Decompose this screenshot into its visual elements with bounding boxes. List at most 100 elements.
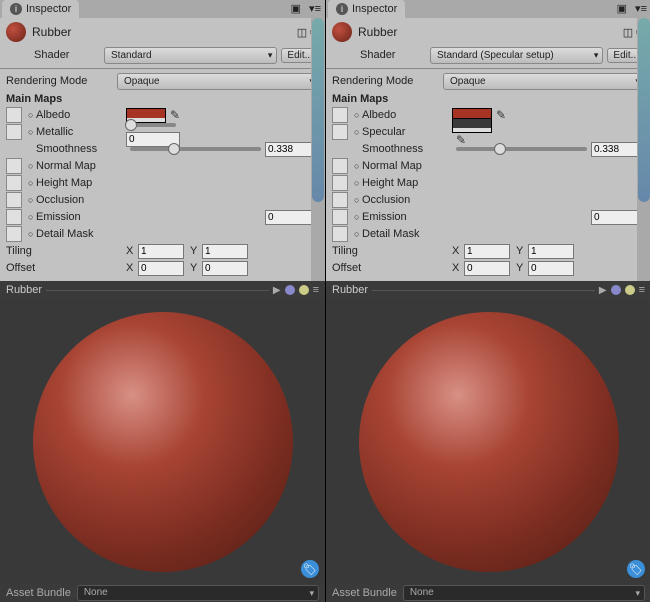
tab-inspector[interactable]: i Inspector — [2, 0, 79, 18]
second-label: Metallic — [36, 126, 126, 138]
slider-thumb[interactable] — [168, 143, 180, 155]
asset-bundle-label: Asset Bundle — [332, 587, 397, 599]
emission-label: Emission — [36, 211, 126, 223]
smoothness-label: Smoothness — [28, 143, 126, 155]
metallic-slider[interactable] — [130, 118, 176, 132]
emission-texture-slot[interactable] — [6, 209, 22, 225]
tab-inspector[interactable]: i Inspector — [328, 0, 405, 18]
expand-icon[interactable]: ○ — [354, 127, 362, 137]
asset-bundle-dropdown[interactable]: None — [403, 585, 645, 601]
albedo-texture-slot[interactable] — [6, 107, 22, 123]
offset-label: Offset — [6, 262, 126, 274]
light-toggle-icon[interactable] — [285, 285, 295, 295]
preview-header: Rubber ▶ ≡ — [326, 281, 650, 299]
expand-icon[interactable]: ○ — [354, 110, 362, 120]
smoothness-slider[interactable] — [456, 142, 587, 156]
occlusion-label: Occlusion — [362, 194, 452, 206]
material-preview-icon[interactable] — [332, 22, 352, 42]
offset-x[interactable] — [464, 261, 510, 276]
smoothness-slider[interactable] — [130, 142, 261, 156]
preview-sphere — [359, 312, 619, 572]
tiling-y[interactable] — [528, 244, 574, 259]
expand-icon[interactable]: ○ — [28, 127, 36, 137]
specular-color[interactable] — [452, 118, 492, 133]
offset-x[interactable] — [138, 261, 184, 276]
detail-texture-slot[interactable] — [332, 226, 348, 242]
tag-icon[interactable]: 🏷 — [301, 560, 319, 578]
tab-label: Inspector — [26, 3, 71, 15]
main-maps-header: Main Maps — [332, 93, 645, 105]
tiling-y[interactable] — [202, 244, 248, 259]
tiling-x[interactable] — [464, 244, 510, 259]
asset-bundle-label: Asset Bundle — [6, 587, 71, 599]
rendering-mode-label: Rendering Mode — [6, 75, 117, 87]
albedo-texture-slot[interactable] — [332, 107, 348, 123]
rendering-mode-label: Rendering Mode — [332, 75, 443, 87]
emission-texture-slot[interactable] — [332, 209, 348, 225]
detail-texture-slot[interactable] — [6, 226, 22, 242]
albedo-label: Albedo — [362, 109, 452, 121]
env-toggle-icon[interactable] — [299, 285, 309, 295]
slider-thumb[interactable] — [494, 143, 506, 155]
main-maps-header: Main Maps — [6, 93, 319, 105]
occlusion-label: Occlusion — [36, 194, 126, 206]
offset-y[interactable] — [202, 261, 248, 276]
help-icon[interactable]: ◫ — [297, 26, 307, 39]
lock-icon[interactable]: ▣ — [287, 0, 305, 18]
offset-y[interactable] — [528, 261, 574, 276]
play-icon[interactable]: ▶ — [599, 285, 607, 296]
lock-icon[interactable]: ▣ — [613, 0, 631, 18]
occlusion-texture-slot[interactable] — [332, 192, 348, 208]
smoothness-label: Smoothness — [354, 143, 452, 155]
tag-icon[interactable]: 🏷 — [627, 560, 645, 578]
offset-label: Offset — [332, 262, 452, 274]
info-icon: i — [336, 3, 348, 15]
menu-icon[interactable]: ▾≡ — [305, 0, 325, 18]
help-icon[interactable]: ◫ — [623, 26, 633, 39]
asset-bundle-dropdown[interactable]: None — [77, 585, 319, 601]
material-preview-icon[interactable] — [6, 22, 26, 42]
tab-label: Inspector — [352, 3, 397, 15]
second-texture-slot[interactable] — [332, 124, 348, 140]
preview-title: Rubber — [332, 284, 368, 296]
eyedropper-icon[interactable]: ✎ — [496, 108, 506, 122]
scrollbar-thumb[interactable] — [312, 18, 324, 202]
shader-dropdown[interactable]: Standard — [104, 47, 277, 64]
light-toggle-icon[interactable] — [611, 285, 621, 295]
material-name: Rubber — [358, 25, 623, 39]
preview-viewport[interactable]: 🏷 — [326, 299, 650, 584]
shader-label: Shader — [6, 49, 104, 61]
menu-icon[interactable]: ▾≡ — [631, 0, 650, 18]
height-label: Height Map — [362, 177, 452, 189]
menu-icon[interactable]: ≡ — [639, 284, 645, 296]
env-toggle-icon[interactable] — [625, 285, 635, 295]
occlusion-texture-slot[interactable] — [6, 192, 22, 208]
height-texture-slot[interactable] — [6, 175, 22, 191]
normal-label: Normal Map — [362, 160, 452, 172]
scrollbar-thumb[interactable] — [638, 18, 650, 202]
tiling-label: Tiling — [6, 245, 126, 257]
rendering-mode-dropdown[interactable]: Opaque — [117, 73, 319, 90]
scrollbar[interactable] — [311, 18, 325, 281]
second-texture-slot[interactable] — [6, 124, 22, 140]
play-icon[interactable]: ▶ — [273, 285, 281, 296]
albedo-label: Albedo — [36, 109, 126, 121]
tab-bar: i Inspector ▣ ▾≡ — [326, 0, 650, 18]
height-texture-slot[interactable] — [332, 175, 348, 191]
rendering-mode-dropdown[interactable]: Opaque — [443, 73, 645, 90]
preview-sphere — [33, 312, 293, 572]
shader-dropdown[interactable]: Standard (Specular setup) — [430, 47, 603, 64]
expand-icon[interactable]: ○ — [28, 110, 36, 120]
detail-label: Detail Mask — [362, 228, 452, 240]
tiling-label: Tiling — [332, 245, 452, 257]
scrollbar[interactable] — [637, 18, 650, 281]
second-label: Specular — [362, 126, 452, 138]
normal-texture-slot[interactable] — [6, 158, 22, 174]
preview-viewport[interactable]: 🏷 — [0, 299, 325, 584]
shader-label: Shader — [332, 49, 430, 61]
preview-header: Rubber ▶ ≡ — [0, 281, 325, 299]
tiling-x[interactable] — [138, 244, 184, 259]
slider-thumb[interactable] — [125, 119, 137, 131]
normal-texture-slot[interactable] — [332, 158, 348, 174]
menu-icon[interactable]: ≡ — [313, 284, 319, 296]
